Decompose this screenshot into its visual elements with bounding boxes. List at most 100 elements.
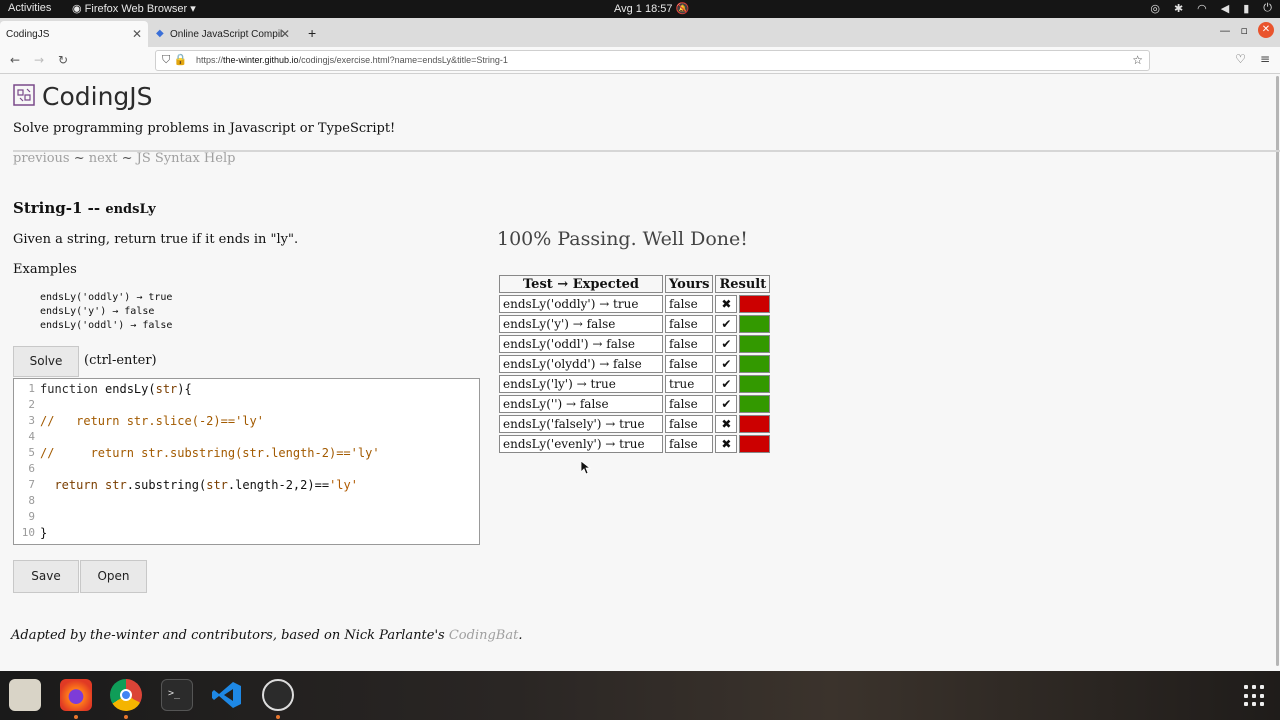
result-mark-icon: ✖ [715, 295, 738, 313]
syntax-help-link[interactable]: JS Syntax Help [137, 151, 236, 166]
obs-icon[interactable] [262, 679, 294, 711]
yours-cell: false [665, 395, 714, 413]
codingbat-link[interactable]: CodingBat [449, 628, 518, 643]
clock-label: Avg 1 18:57 [614, 3, 673, 15]
terminal-icon[interactable]: >_ [161, 679, 193, 711]
reload-icon[interactable]: ↻ [58, 53, 68, 67]
test-cell: endsLy('oddly') → true [499, 295, 663, 313]
system-top-bar: Activities ◉ Firefox Web Browser ▾ Avg 1… [0, 0, 1280, 18]
clock[interactable]: Avg 1 18:57 🔕 [614, 2, 689, 15]
example-item: endsLy('oddl') → false [40, 320, 173, 331]
result-mark-icon: ✖ [715, 415, 738, 433]
header-test: Test → Expected [499, 275, 663, 293]
site-title[interactable]: CodingJS [42, 82, 153, 111]
example-item: endsLy('oddly') → true [40, 292, 173, 303]
close-window-icon[interactable]: ✕ [1258, 22, 1274, 38]
codingjs-logo-icon [13, 84, 35, 106]
vscode-icon[interactable] [211, 679, 243, 711]
result-swatch [739, 315, 771, 333]
scrollbar[interactable] [1276, 76, 1279, 666]
url-bar[interactable]: ⛉ 🔒 https://the-winter.github.io/codingj… [155, 50, 1150, 71]
previous-link[interactable]: previous [13, 151, 70, 166]
save-button[interactable]: Save [13, 560, 79, 593]
test-cell: endsLy('olydd') → false [499, 355, 663, 373]
running-indicator [74, 715, 78, 719]
firefox-dock-icon[interactable] [60, 679, 92, 711]
new-tab-button[interactable]: + [302, 21, 324, 47]
nav-separator: ~ [121, 151, 133, 166]
app-menu[interactable]: ◉ Firefox Web Browser ▾ [72, 2, 196, 15]
system-tray[interactable]: ◎ ✱ ◠ ◀ ▮ ⏻ [1150, 2, 1272, 15]
forward-icon[interactable]: → [34, 53, 44, 67]
results-summary: 100% Passing. Well Done! [497, 228, 748, 250]
yours-cell: false [665, 335, 714, 353]
shield-lock-icon[interactable]: ⛉ 🔒 [162, 53, 187, 67]
problem-nav: previous ~ next ~ JS Syntax Help [13, 151, 235, 166]
activities-button[interactable]: Activities [8, 2, 51, 14]
app-menu-label: Firefox Web Browser [84, 3, 188, 15]
running-indicator [124, 715, 128, 719]
examples-list: endsLy('oddly') → true endsLy('y') → fal… [40, 291, 172, 333]
table-row: endsLy('ly') → true true ✔ [499, 375, 771, 393]
taskbar-dock: >_ [0, 671, 1280, 720]
solve-button[interactable]: Solve [13, 346, 79, 377]
table-row: endsLy('') → false false ✔ [499, 395, 771, 413]
chrome-status-icon: ◎ [1150, 3, 1160, 15]
minimize-icon[interactable]: — [1220, 24, 1231, 37]
result-color-swatch [740, 396, 770, 412]
table-row: endsLy('y') → false false ✔ [499, 315, 771, 333]
browser-nav-bar: ← → ↻ ⛉ 🔒 https://the-winter.github.io/c… [0, 47, 1280, 74]
table-row: endsLy('falsely') → true false ✖ [499, 415, 771, 433]
result-mark-icon: ✔ [715, 375, 738, 393]
url-text[interactable]: https://the-winter.github.io/codingjs/ex… [196, 55, 508, 65]
open-button[interactable]: Open [80, 560, 147, 593]
close-tab-icon[interactable]: ✕ [280, 27, 290, 41]
files-icon[interactable] [9, 679, 41, 711]
result-swatch [739, 435, 771, 453]
table-row: endsLy('olydd') → false false ✔ [499, 355, 771, 373]
close-tab-icon[interactable]: ✕ [132, 27, 142, 41]
page-content: CodingJS Solve programming problems in J… [0, 74, 1280, 671]
pocket-icon[interactable]: ♡ [1235, 52, 1246, 66]
maximize-icon[interactable]: ▫ [1241, 24, 1248, 37]
result-swatch [739, 415, 771, 433]
nav-separator: ~ [73, 151, 85, 166]
url-prefix: https:// [196, 55, 224, 65]
yours-cell: true [665, 375, 714, 393]
tab-codingjs[interactable]: CodingJS ✕ [0, 21, 148, 47]
result-mark-icon: ✔ [715, 395, 738, 413]
show-apps-icon[interactable] [1244, 685, 1266, 707]
footer-text: Adapted by the-winter and contributors, … [11, 628, 449, 643]
test-cell: endsLy('ly') → true [499, 375, 663, 393]
footer: Adapted by the-winter and contributors, … [11, 628, 522, 643]
result-swatch [739, 355, 771, 373]
solve-shortcut-hint: (ctrl-enter) [84, 353, 157, 368]
result-color-swatch [740, 316, 770, 332]
toolbar-right: ♡ ≡ [1235, 52, 1270, 66]
menu-icon[interactable]: ≡ [1260, 52, 1270, 66]
table-row: endsLy('oddl') → false false ✔ [499, 335, 771, 353]
result-color-swatch [740, 356, 770, 372]
problem-category: String-1 -- [13, 199, 106, 217]
back-icon[interactable]: ← [10, 53, 20, 67]
yours-cell: false [665, 415, 714, 433]
code-editor[interactable]: 1 function endsLy(str){ 2 3// return str.… [13, 378, 480, 545]
url-host: the-winter.github.io [223, 55, 299, 65]
test-cell: endsLy('falsely') → true [499, 415, 663, 433]
results-table: Test → Expected Yours Result endsLy('odd… [497, 273, 772, 455]
test-cell: endsLy('') → false [499, 395, 663, 413]
firefox-icon: ◉ [72, 3, 82, 15]
table-row: endsLy('evenly') → true false ✖ [499, 435, 771, 453]
header-yours: Yours [665, 275, 714, 293]
tagline: Solve programming problems in Javascript… [13, 121, 396, 136]
tab-label: Online JavaScript Compil [170, 29, 283, 40]
tab-online-compiler[interactable]: ◆ Online JavaScript Compil ✕ [152, 21, 296, 47]
next-link[interactable]: next [89, 151, 118, 166]
problem-description: Given a string, return true if it ends i… [13, 232, 299, 247]
bookmark-star-icon[interactable]: ☆ [1132, 53, 1143, 67]
power-icon: ⏻ [1263, 2, 1272, 14]
result-color-swatch [740, 296, 770, 312]
chrome-dock-icon[interactable] [110, 679, 142, 711]
result-color-swatch [740, 416, 770, 432]
test-cell: endsLy('oddl') → false [499, 335, 663, 353]
